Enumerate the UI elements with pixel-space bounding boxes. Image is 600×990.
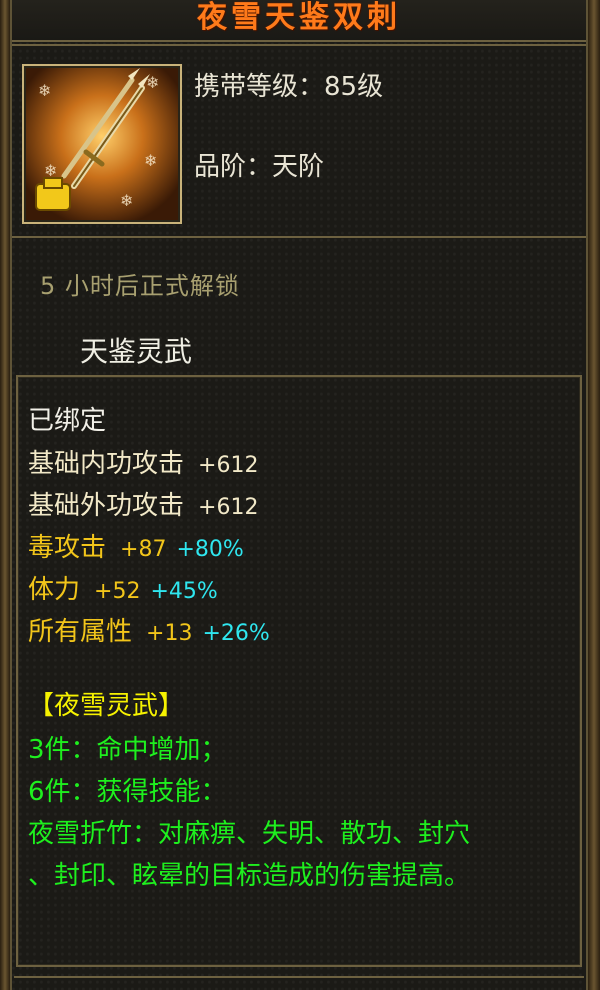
stat-row-base-outer: 基础外功攻击 +612 <box>28 485 258 522</box>
set-bonus-line: 夜雪折竹：对麻痹、失明、散功、封穴 <box>28 819 471 849</box>
stat-percent: +80% <box>176 537 244 562</box>
stat-value: +612 <box>198 495 259 520</box>
set-bonus-line: 6件：获得技能： <box>28 777 227 807</box>
stat-label: 毒攻击 <box>28 533 107 563</box>
stat-value: +13 <box>146 621 193 646</box>
stat-row-base-inner: 基础内功攻击 +612 <box>28 443 258 480</box>
carry-level: 携带等级：85级 <box>194 66 383 103</box>
bound-status: 已绑定 <box>28 406 107 436</box>
set-title: 【夜雪灵武】 <box>28 691 185 721</box>
left-frame-border <box>0 0 10 990</box>
stat-label: 所有属性 <box>28 617 133 647</box>
item-grade-value: 天阶 <box>272 152 325 182</box>
stat-row-poison: 毒攻击 +87 +80% <box>28 527 244 564</box>
tooltip-title-bar: 夜雪天鉴双刺 <box>12 0 586 42</box>
set-bonus-line: 3件：命中增加； <box>28 735 227 765</box>
weapon-type: 天鉴灵武 <box>80 335 193 368</box>
unlock-timer: 5 小时后正式解锁 <box>40 272 240 300</box>
svg-text:❄: ❄ <box>38 81 51 100</box>
right-frame-border <box>588 0 600 990</box>
stat-value: +87 <box>120 537 167 562</box>
carry-level-label: 携带等级： <box>194 72 325 102</box>
stat-label: 体力 <box>28 575 81 605</box>
svg-text:❄: ❄ <box>144 151 157 170</box>
item-icon[interactable]: ❄ ❄ ❄ ❄ ❄ <box>22 64 182 224</box>
carry-level-value: 85级 <box>324 72 384 102</box>
set-bonus-line: 、封印、眩晕的目标造成的伤害提高。 <box>28 861 471 891</box>
stat-label: 基础外功攻击 <box>28 491 185 521</box>
svg-text:❄: ❄ <box>120 191 133 210</box>
stat-percent: +26% <box>202 621 270 646</box>
stat-label: 基础内功攻击 <box>28 449 185 479</box>
item-name: 夜雪天鉴双刺 <box>197 0 401 35</box>
twin-dagger-icon: ❄ ❄ ❄ ❄ ❄ <box>26 68 178 220</box>
stat-value: +612 <box>198 453 259 478</box>
stat-value: +52 <box>94 579 141 604</box>
stat-percent: +45% <box>150 579 218 604</box>
item-grade: 品阶：天阶 <box>194 146 324 183</box>
item-grade-label: 品阶： <box>194 152 273 182</box>
stat-row-stamina: 体力 +52 +45% <box>28 569 218 606</box>
stat-row-all-attributes: 所有属性 +13 +26% <box>28 611 270 648</box>
tooltip-bottom-edge <box>14 976 584 990</box>
